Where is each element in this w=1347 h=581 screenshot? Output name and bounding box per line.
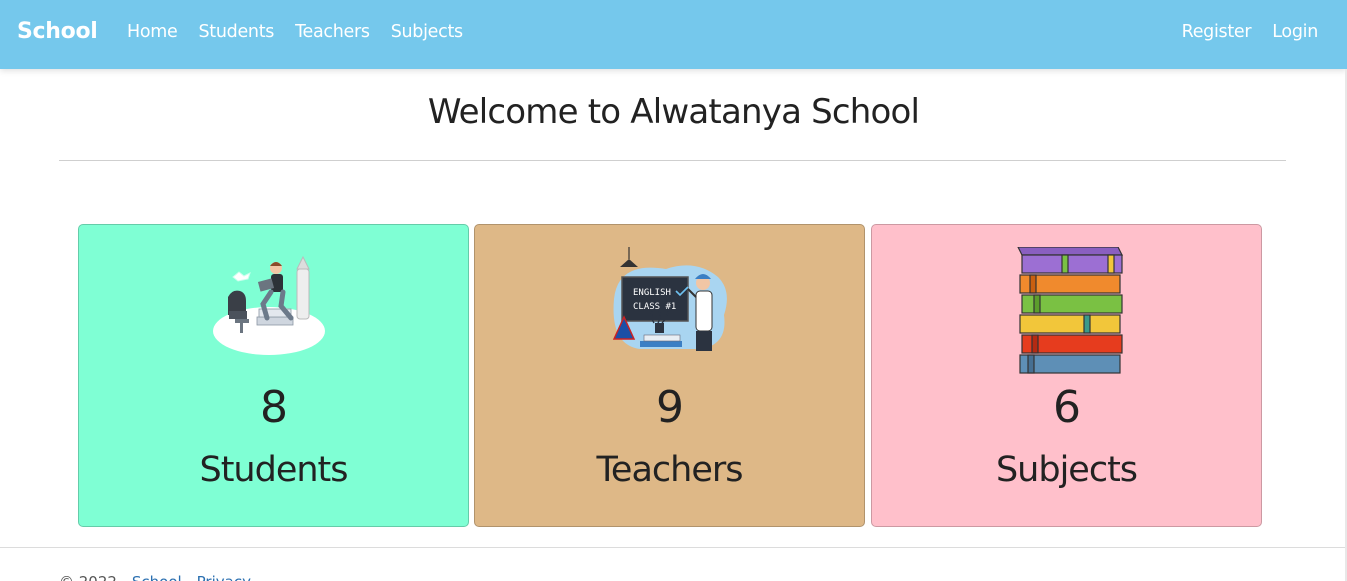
subjects-card[interactable]: 6 Subjects [871, 224, 1262, 527]
nav-link-teachers[interactable]: Teachers [295, 22, 370, 42]
subjects-count: 6 [1053, 382, 1081, 433]
students-card[interactable]: 8 Students [78, 224, 469, 527]
nav-right-links: Register Login [1182, 22, 1319, 42]
page-title: Welcome to Alwatanya School [427, 92, 920, 132]
nav-link-login[interactable]: Login [1272, 22, 1318, 42]
footer: © 2022 - School - Privacy [59, 573, 251, 581]
students-count: 8 [260, 382, 288, 433]
subjects-label: Subjects [995, 450, 1138, 490]
book-stack-illustration [872, 247, 1261, 374]
blackboard-line1: ENGLISH [633, 288, 671, 298]
navbar: School Home Students Teachers Subjects R… [0, 0, 1347, 69]
teachers-card[interactable]: ENGLISH CLASS #1 9 Teachers [474, 224, 865, 527]
nav-left-links: Home Students Teachers Subjects [127, 22, 463, 42]
nav-link-students[interactable]: Students [198, 22, 274, 42]
brand-logo[interactable]: School [17, 19, 98, 44]
student-studying-illustration [79, 247, 468, 373]
blackboard-line2: CLASS #1 [633, 302, 676, 312]
teachers-label: Teachers [596, 450, 744, 490]
teacher-blackboard-illustration: ENGLISH CLASS #1 [475, 247, 864, 373]
title-divider [59, 160, 1286, 161]
footer-divider [0, 547, 1345, 548]
students-label: Students [199, 450, 348, 490]
nav-link-home[interactable]: Home [127, 22, 178, 42]
nav-link-subjects[interactable]: Subjects [391, 22, 463, 42]
nav-link-register[interactable]: Register [1182, 22, 1252, 42]
teachers-count: 9 [656, 382, 684, 433]
footer-privacy-link[interactable]: School - Privacy [132, 573, 251, 581]
footer-copyright: © 2022 - [59, 573, 132, 581]
